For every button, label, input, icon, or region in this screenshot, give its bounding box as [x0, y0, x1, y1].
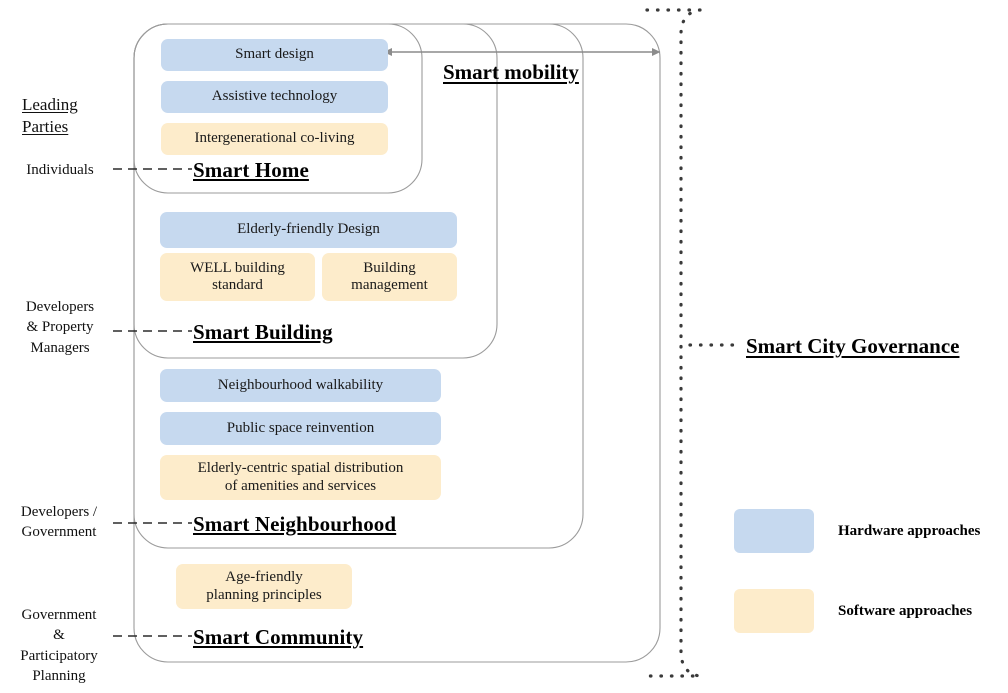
tier-title-smart-community[interactable]: Smart Community — [193, 625, 363, 650]
legend-label-software: Software approaches — [838, 603, 973, 619]
pill-neighbourhood-walkability[interactable]: Neighbourhood walkability — [160, 369, 441, 402]
smart-city-governance-label[interactable]: Smart City Governance — [746, 334, 959, 359]
leading-parties-heading: Leading Parties — [22, 94, 78, 139]
legend-swatch-hardware — [734, 509, 814, 553]
smart-mobility-label[interactable]: Smart mobility — [443, 60, 579, 85]
party-label-developers-property-managers: Developers & Property Managers — [25, 299, 95, 356]
pill-elderly-friendly-design[interactable]: Elderly-friendly Design — [160, 212, 457, 248]
pill-age-friendly-planning-principles[interactable]: Age-friendly planning principles — [176, 564, 352, 609]
pill-intergenerational-co-living[interactable]: Intergenerational co-living — [161, 123, 388, 155]
pill-smart-design[interactable]: Smart design — [161, 39, 388, 71]
leading-parties-heading-line1: Leading — [22, 95, 78, 114]
tier-title-smart-building[interactable]: Smart Building — [193, 320, 333, 345]
pill-building-management[interactable]: Building management — [322, 253, 457, 301]
pill-assistive-technology[interactable]: Assistive technology — [161, 81, 388, 113]
pill-elderly-centric-spatial-distribution[interactable]: Elderly-centric spatial distribution of … — [160, 455, 441, 500]
legend-swatch-software — [734, 589, 814, 633]
governance-dotted-boundary — [638, 8, 702, 678]
tier-title-smart-home[interactable]: Smart Home — [193, 158, 309, 183]
party-label-individuals: Individuals — [26, 162, 94, 178]
party-label-government-participatory-planning: Government & Participatory Planning — [20, 607, 98, 684]
pill-well-building-standard[interactable]: WELL building standard — [160, 253, 315, 301]
leading-parties-heading-line2: Parties — [22, 117, 69, 137]
legend-label-hardware: Hardware approaches — [838, 523, 981, 539]
party-label-developers-government: Developers / Government — [20, 504, 98, 541]
tier-title-smart-neighbourhood[interactable]: Smart Neighbourhood — [193, 512, 396, 537]
diagram-canvas: Leading Parties Individuals Developers &… — [0, 0, 1008, 693]
pill-public-space-reinvention[interactable]: Public space reinvention — [160, 412, 441, 445]
